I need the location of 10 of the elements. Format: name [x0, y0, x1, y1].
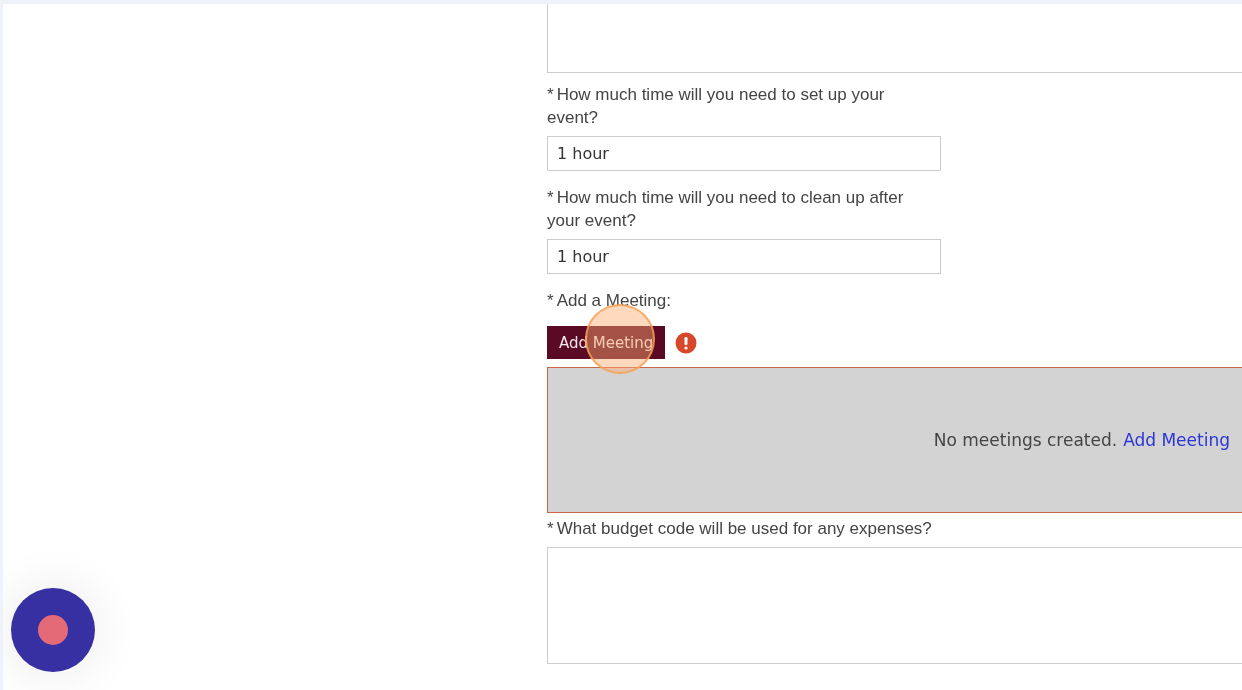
- add-meeting-link[interactable]: Add Meeting: [1123, 430, 1230, 450]
- field-label: * How much time will you need to set up your event?: [547, 84, 886, 129]
- text-field[interactable]: 1 hour: [547, 239, 941, 274]
- field-label: * What budget code will be used for any expenses?: [547, 518, 933, 540]
- text-area[interactable]: [547, 547, 1242, 664]
- text-area[interactable]: [547, 4, 1242, 73]
- text-field[interactable]: 1 hour: [547, 136, 941, 171]
- field-label: * How much time will you need to clean up after your event?: [547, 187, 905, 232]
- field-label: * Add a Meeting:: [547, 290, 672, 312]
- empty-message: No meetings created.: [933, 430, 1118, 450]
